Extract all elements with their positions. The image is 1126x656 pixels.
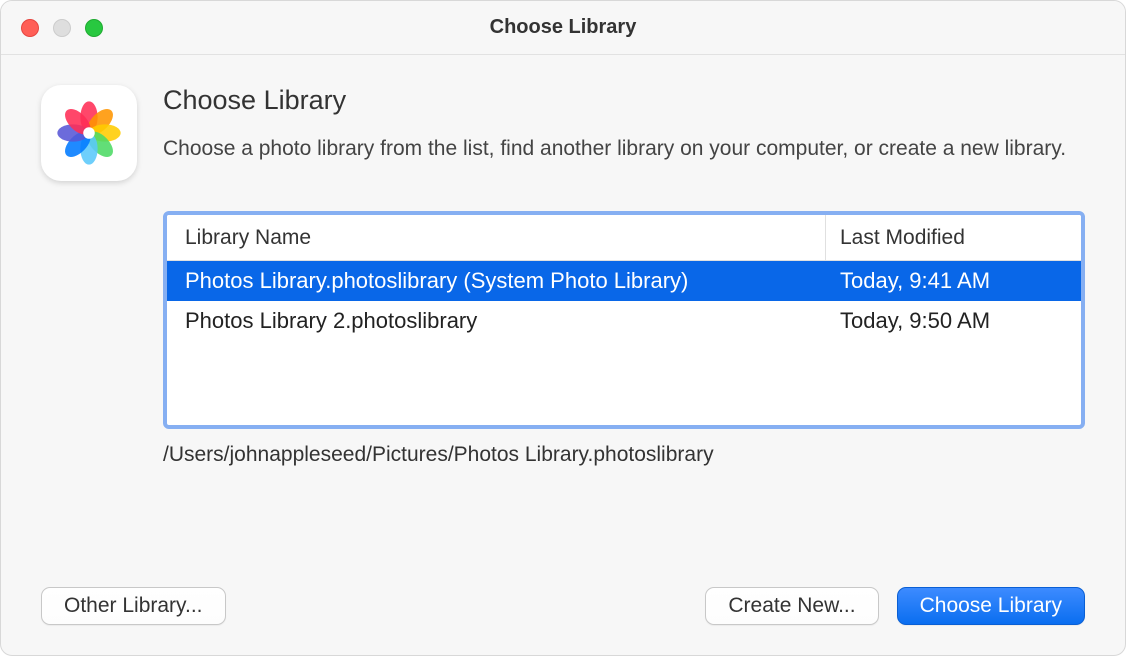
header-row: Choose Library Choose a photo library fr… [41, 85, 1085, 181]
list-body: Photos Library.photoslibrary (System Pho… [167, 261, 1081, 421]
table-row-empty [167, 341, 1081, 381]
library-path: /Users/johnappleseed/Pictures/Photos Lib… [163, 443, 1085, 467]
button-group-right: Create New... Choose Library [705, 587, 1085, 625]
table-row-empty [167, 381, 1081, 421]
other-library-button[interactable]: Other Library... [41, 587, 226, 625]
cell-library-name: Photos Library 2.photoslibrary [167, 308, 826, 334]
content-area: Choose Library Choose a photo library fr… [1, 55, 1125, 655]
titlebar: Choose Library [1, 1, 1125, 55]
create-new-button[interactable]: Create New... [705, 587, 878, 625]
minimize-icon[interactable] [53, 19, 71, 37]
column-library-name[interactable]: Library Name [167, 215, 826, 260]
table-row[interactable]: Photos Library.photoslibrary (System Pho… [167, 261, 1081, 301]
choose-library-button[interactable]: Choose Library [897, 587, 1085, 625]
window: Choose Library [0, 0, 1126, 656]
dialog-description: Choose a photo library from the list, fi… [163, 134, 1085, 163]
photos-app-icon [41, 85, 137, 181]
library-list[interactable]: Library Name Last Modified Photos Librar… [163, 211, 1085, 429]
cell-last-modified: Today, 9:41 AM [826, 268, 1081, 294]
cell-last-modified: Today, 9:50 AM [826, 308, 1081, 334]
close-icon[interactable] [21, 19, 39, 37]
list-header: Library Name Last Modified [167, 215, 1081, 261]
header-text: Choose Library Choose a photo library fr… [163, 85, 1085, 163]
cell-library-name: Photos Library.photoslibrary (System Pho… [167, 268, 826, 294]
column-last-modified[interactable]: Last Modified [826, 215, 1081, 260]
table-row[interactable]: Photos Library 2.photoslibrary Today, 9:… [167, 301, 1081, 341]
traffic-lights [21, 19, 103, 37]
maximize-icon[interactable] [85, 19, 103, 37]
window-title: Choose Library [1, 16, 1125, 39]
dialog-heading: Choose Library [163, 85, 1085, 116]
button-row: Other Library... Create New... Choose Li… [41, 557, 1085, 625]
main-area: Library Name Last Modified Photos Librar… [163, 211, 1085, 467]
